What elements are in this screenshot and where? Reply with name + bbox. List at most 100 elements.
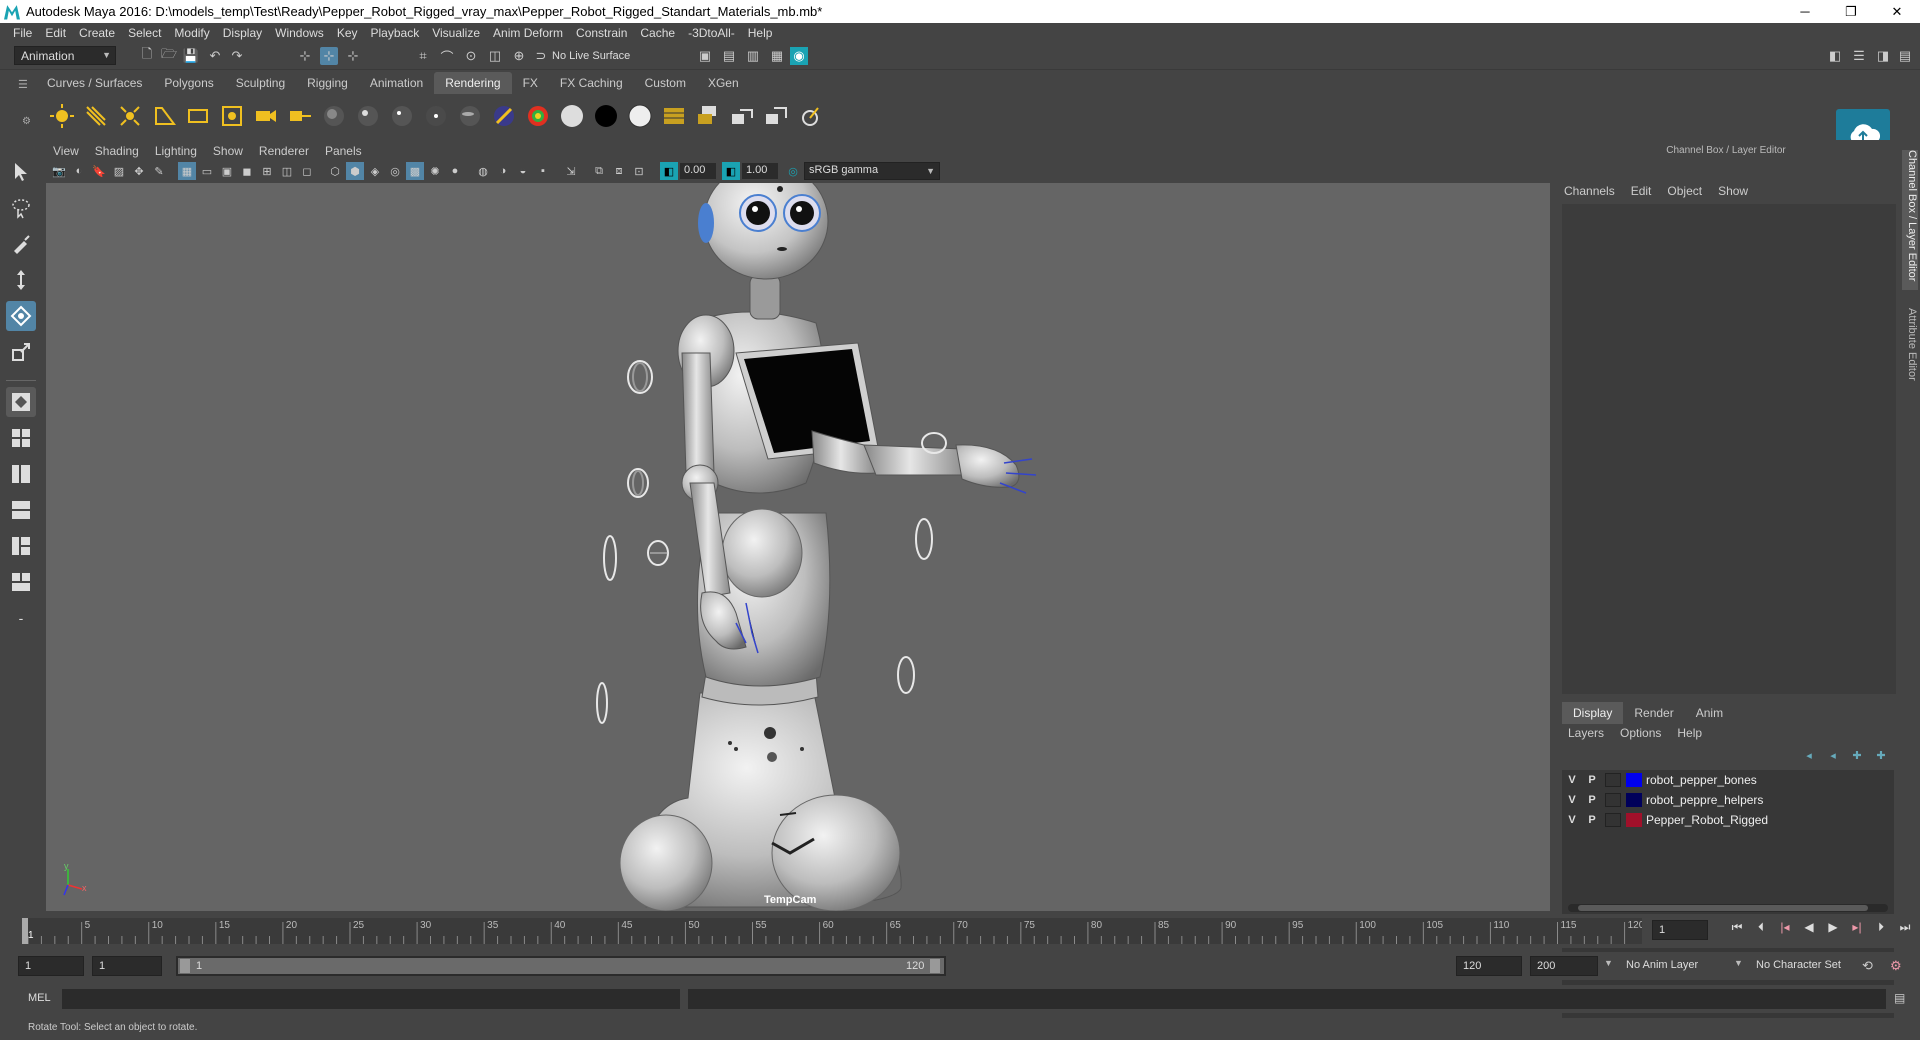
textured-icon[interactable]: ▩ [406,162,424,180]
grease-pencil-icon[interactable]: ✎ [150,162,168,180]
channel-box-area[interactable] [1562,204,1896,694]
layer-playback-toggle[interactable]: P [1582,774,1602,786]
menu-set-dropdown[interactable]: Animation ▼ [14,46,116,65]
xray-joints-icon[interactable]: ⧈ [610,162,628,180]
viewport-menu-show[interactable]: Show [213,144,259,158]
motion-blur-icon[interactable]: ◑ [494,162,512,180]
layered-shader-icon[interactable] [524,102,552,130]
script-editor-icon[interactable]: ▤ [1894,991,1905,1005]
layer-playback-toggle[interactable]: P [1582,794,1602,806]
viewport-menu-lighting[interactable]: Lighting [155,144,213,158]
shelf-tab-rigging[interactable]: Rigging [296,72,359,94]
area-light-icon[interactable] [184,102,212,130]
layer-tab-display[interactable]: Display [1562,702,1624,724]
shelf-tab-fx-caching[interactable]: FX Caching [549,72,634,94]
use-all-lights-icon[interactable]: ✺ [426,162,444,180]
shelf-tab-xgen[interactable]: XGen [697,72,750,94]
select-by-component-icon[interactable]: ⊹ [344,47,362,65]
screen-space-ao-icon[interactable]: ◍ [474,162,492,180]
render-batch-icon[interactable] [728,102,756,130]
channel-box-menu-object[interactable]: Object [1667,184,1718,198]
layer-menu-help[interactable]: Help [1677,726,1718,740]
chevron-down-icon[interactable]: ▼ [1604,958,1613,968]
paint-select-tool-icon[interactable] [6,229,36,259]
menu-anim-deform[interactable]: Anim Deform [486,26,569,40]
channel-box-menu-channels[interactable]: Channels [1564,184,1631,198]
step-forward-key-icon[interactable]: ▸| [1848,918,1866,936]
shelf-tab-curves-surfaces[interactable]: Curves / Surfaces [36,72,153,94]
ipr-shelf-icon[interactable] [796,102,824,130]
menu-key[interactable]: Key [330,26,364,40]
new-scene-icon[interactable]: 🗋 [138,46,156,65]
minimize-button[interactable]: ─ [1782,0,1828,23]
close-button[interactable]: ✕ [1874,0,1920,23]
snap-view-plane-icon[interactable]: ◫ [486,47,504,65]
playback-start-field[interactable]: 1 [92,956,162,976]
side-tab-channel-box[interactable]: Channel Box / Layer Editor [1902,150,1918,290]
layer-display-type-toggle[interactable] [1605,813,1621,827]
layer-row[interactable]: V P Pepper_Robot_Rigged [1562,810,1894,830]
redo-icon[interactable]: ↷ [228,47,246,65]
exposure-field[interactable]: 0.00 [680,163,716,179]
depth-of-field-icon[interactable]: ▪ [534,162,552,180]
animation-start-field[interactable]: 1 [18,956,84,976]
menu-file[interactable]: File [6,26,38,40]
gate-mask-icon[interactable]: ◼ [238,162,256,180]
live-surface-field[interactable]: No Live Surface [552,47,652,65]
command-input[interactable] [62,989,680,1009]
camera-icon[interactable] [252,102,280,130]
xray-components-icon[interactable]: ⊡ [630,162,648,180]
render-icon[interactable]: ▤ [720,47,738,65]
wireframe-on-shaded-icon[interactable]: ◈ [366,162,384,180]
layer-display-type-toggle[interactable] [1605,773,1621,787]
toggle-channel-box-icon[interactable]: ▤ [1896,47,1914,65]
layer-color-swatch[interactable] [1626,773,1642,787]
go-to-end-icon[interactable]: ⏭ [1896,918,1914,936]
snap-live-icon[interactable]: ⊕ [510,47,528,65]
layer-tab-anim[interactable]: Anim [1685,702,1734,724]
layer-list-hscrollbar[interactable] [1568,904,1888,912]
isolate-select-icon[interactable]: ⇲ [562,162,580,180]
persp-outliner-layout-icon[interactable] [6,459,36,489]
snap-grid-icon[interactable]: ⌗ [414,47,432,65]
layer-visibility-toggle[interactable]: V [1562,794,1582,806]
layer-visibility-toggle[interactable]: V [1562,814,1582,826]
viewport-menu-panels[interactable]: Panels [325,144,378,158]
step-back-key-icon[interactable]: |◂ [1776,918,1794,936]
auto-key-icon[interactable]: ⟲ [1862,958,1873,974]
menu-playback[interactable]: Playback [364,26,426,40]
layer-visibility-toggle[interactable]: V [1562,774,1582,786]
shelf-tab-custom[interactable]: Custom [634,72,697,94]
toggle-attribute-editor-icon[interactable]: ☰ [1850,47,1868,65]
viewport-menu-shading[interactable]: Shading [95,144,155,158]
menu-modify[interactable]: Modify [167,26,215,40]
phonge-material-icon[interactable] [422,102,450,130]
step-back-frame-icon[interactable]: ⏴ [1752,918,1770,936]
shelf-tab-polygons[interactable]: Polygons [153,72,224,94]
ambient-light-icon[interactable] [48,102,76,130]
color-management-icon[interactable]: ◎ [784,162,802,180]
layer-menu-layers[interactable]: Layers [1568,726,1620,740]
use-background-shader-icon[interactable] [626,102,654,130]
black-surface-shader-icon[interactable] [592,102,620,130]
select-tool-icon[interactable] [6,157,36,187]
render-settings-shelf-icon[interactable] [660,102,688,130]
shelf-menu-icon[interactable]: ☰ [18,78,32,91]
camera-aim-icon[interactable] [286,102,314,130]
command-language-label[interactable]: MEL [28,992,51,1004]
ramp-shader-icon[interactable] [490,102,518,130]
new-layer-selected-icon[interactable]: ✚ [1872,746,1890,764]
select-camera-icon[interactable]: 📷 [50,162,68,180]
menu-display[interactable]: Display [216,26,268,40]
view-transform-dropdown[interactable]: sRGB gamma ▼ [804,162,940,180]
channel-box-menu-edit[interactable]: Edit [1631,184,1668,198]
point-light-icon[interactable] [116,102,144,130]
step-forward-frame-icon[interactable]: ⏵ [1872,918,1890,936]
viewport-menu-view[interactable]: View [53,144,95,158]
anisotropic-material-icon[interactable] [456,102,484,130]
undo-icon[interactable]: ↶ [206,47,224,65]
bookmark-icon[interactable]: 🔖 [90,162,108,180]
resolution-gate-icon[interactable]: ▣ [218,162,236,180]
render-sequence-icon[interactable] [762,102,790,130]
animation-end-field[interactable]: 200 [1530,956,1598,976]
